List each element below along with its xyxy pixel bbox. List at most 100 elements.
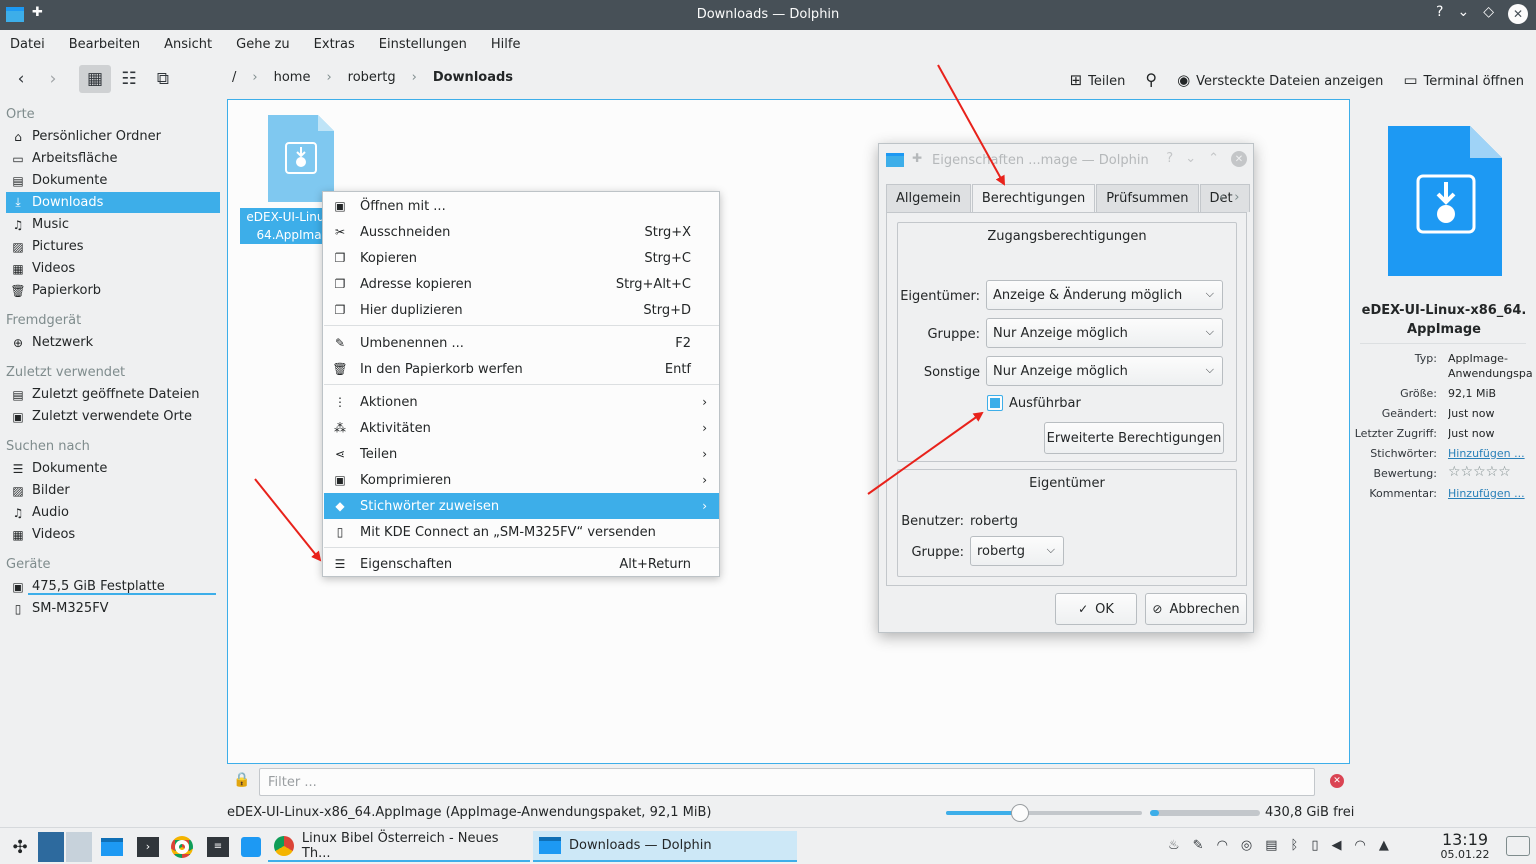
menu-item-activities[interactable]: ⁂ Aktivitäten › [324,415,719,441]
sidebar-item-phone[interactable]: ▯ SM-M325FV [6,598,220,619]
virtual-desktop-pager[interactable] [38,832,92,862]
sidebar-item-trash[interactable]: 🗑 Papierkorb [6,280,220,301]
expand-tray-icon[interactable]: ▲ [1379,838,1389,853]
maximize-icon[interactable]: ◇ [1483,4,1494,24]
zoom-slider[interactable] [946,804,1142,822]
rating-stars[interactable]: ☆☆☆☆☆ [1448,464,1534,480]
menu-einstellungen[interactable]: Einstellungen [379,37,467,52]
menu-item-open-with[interactable]: ▣ Öffnen mit ... [324,193,719,219]
kde-connect-icon[interactable]: ▯ [1311,838,1318,853]
menu-item-assign-tags[interactable]: ◆ Stichwörter zuweisen › [324,493,719,519]
hidden-files-button[interactable]: ◉ Versteckte Dateien anzeigen [1177,71,1383,89]
sidebar-item-search-documents[interactable]: ☰ Dokumente [6,458,220,479]
filter-input[interactable]: Filter ... [259,768,1315,796]
chevron-right-icon[interactable]: › [1234,190,1239,205]
menu-hilfe[interactable]: Hilfe [491,37,521,52]
sidebar-item-search-audio[interactable]: ♫ Audio [6,502,220,523]
menu-item-cut[interactable]: ✂ Ausschneiden Strg+X [324,219,719,245]
sidebar-item-home[interactable]: ⌂ Persönlicher Ordner [6,126,220,147]
icons-view-icon[interactable]: ▦ [79,65,111,93]
menu-item-duplicate[interactable]: ❐ Hier duplizieren Strg+D [324,297,719,323]
sidebar-item-recent-files[interactable]: ▤ Zuletzt geöffnete Dateien [6,384,220,405]
add-comment-link[interactable]: Hinzufügen ... [1448,487,1534,500]
owner-permission-select[interactable]: Anzeige & Änderung möglich ⌵ [986,280,1223,310]
clear-filter-icon[interactable]: ✕ [1330,774,1344,788]
menu-item-actions[interactable]: ⋮ Aktionen › [324,389,719,415]
settings-launcher-icon[interactable]: ≡ [204,832,232,862]
konsole-launcher-icon[interactable]: › [134,832,162,862]
sidebar-item-recent-places[interactable]: ▣ Zuletzt verwendete Orte [6,406,220,427]
help-icon[interactable]: ? [1166,151,1173,167]
taskbar-window-dolphin[interactable]: Downloads — Dolphin [533,831,797,862]
pin-icon[interactable]: ✚ [912,151,922,165]
executable-label[interactable]: Ausführbar [1009,396,1081,411]
vault-icon[interactable]: ▤ [1265,838,1277,853]
menu-item-kde-connect[interactable]: ▯ Mit KDE Connect an „SM-M325FV“ versende… [324,519,719,545]
menu-item-move-to-trash[interactable]: 🗑 In den Papierkorb werfen Entf [324,356,719,382]
menu-item-rename[interactable]: ✎ Umbenennen ... F2 [324,330,719,356]
ok-button[interactable]: ✓ OK [1055,593,1137,625]
volume-icon[interactable]: ◀ [1332,838,1342,853]
menu-datei[interactable]: Datei [10,37,45,52]
rss-icon[interactable]: ◠ [1217,838,1228,853]
tab-permissions[interactable]: Berechtigungen [971,184,1096,212]
notifications-icon[interactable]: ♨ [1168,838,1180,853]
media-icon[interactable]: ◎ [1241,838,1252,853]
breadcrumb-home[interactable]: home [274,70,311,85]
taskbar-window-browser[interactable]: Linux Bibel Österreich - Neues Th... [268,831,530,862]
search-icon[interactable]: ⚲ [1145,70,1157,89]
sidebar-item-videos[interactable]: ▦ Videos [6,258,220,279]
minimize-icon[interactable]: ⌄ [1457,4,1469,24]
dolphin-launcher-icon[interactable] [98,832,126,862]
zoom-slider-handle[interactable] [1011,804,1030,822]
tree-view-icon[interactable]: ⧉ [147,65,179,93]
menu-item-properties[interactable]: ☰ Eigenschaften Alt+Return [324,551,719,577]
tab-checksums[interactable]: Prüfsummen [1096,184,1199,212]
help-icon[interactable]: ? [1436,4,1443,24]
sidebar-item-downloads[interactable]: ⤓ Downloads [6,192,220,213]
menu-item-compress[interactable]: ▣ Komprimieren › [324,467,719,493]
appimage-file-icon[interactable] [268,115,334,202]
clock[interactable]: 13:19 05.01.22 [1432,831,1498,861]
sidebar-item-search-pictures[interactable]: ▨ Bilder [6,480,220,501]
close-icon[interactable]: ✕ [1231,151,1247,167]
sidebar-item-music[interactable]: ♫ Music [6,214,220,235]
breadcrumb-root[interactable]: / [232,70,236,85]
sidebar-item-desktop[interactable]: ▭ Arbeitsfläche [6,148,220,169]
advanced-permissions-button[interactable]: Erweiterte Berechtigungen [1044,422,1224,454]
owner-group-select[interactable]: robertg ⌵ [970,536,1064,566]
terminal-button[interactable]: ▭ Terminal öffnen [1403,71,1524,89]
clipboard-icon[interactable]: ✎ [1193,838,1204,853]
chevron-left-icon[interactable]: ‹ [1219,190,1224,205]
wifi-icon[interactable]: ◠ [1355,838,1366,853]
sidebar-item-search-videos[interactable]: ▦ Videos [6,524,220,545]
app-launcher-icon[interactable]: ✣ [6,832,34,862]
menu-extras[interactable]: Extras [314,37,355,52]
others-permission-select[interactable]: Nur Anzeige möglich ⌵ [986,356,1223,386]
minimize-icon[interactable]: ⌄ [1185,151,1196,167]
breadcrumb-robertg[interactable]: robertg [348,70,396,85]
menu-item-copy-location[interactable]: ❐ Adresse kopieren Strg+Alt+C [324,271,719,297]
menu-ansicht[interactable]: Ansicht [164,37,212,52]
menu-item-copy[interactable]: ❐ Kopieren Strg+C [324,245,719,271]
executable-checkbox[interactable] [987,395,1003,411]
menu-gehe-zu[interactable]: Gehe zu [236,37,290,52]
bluetooth-icon[interactable]: ᛒ [1291,838,1299,853]
menu-bearbeiten[interactable]: Bearbeiten [69,37,140,52]
share-button[interactable]: ⊞ Teilen [1070,71,1126,89]
chrome-launcher-icon[interactable] [168,832,196,862]
menu-item-share[interactable]: ⋖ Teilen › [324,441,719,467]
sidebar-item-pictures[interactable]: ▨ Pictures [6,236,220,257]
lock-icon[interactable]: 🔒 [233,772,250,788]
group-permission-select[interactable]: Nur Anzeige möglich ⌵ [986,318,1223,348]
breadcrumb-downloads[interactable]: Downloads [433,70,513,85]
tab-general[interactable]: Allgemein [886,184,971,212]
forward-icon[interactable]: › [40,65,66,93]
sidebar-item-network[interactable]: ⊕ Netzwerk [6,332,220,353]
compact-view-icon[interactable]: ☷ [113,65,145,93]
add-tags-link[interactable]: Hinzufügen ... [1448,447,1534,460]
show-desktop-icon[interactable] [1506,836,1530,856]
close-icon[interactable]: ✕ [1508,4,1528,24]
discover-launcher-icon[interactable] [238,832,264,862]
sidebar-item-documents[interactable]: ▤ Dokumente [6,170,220,191]
